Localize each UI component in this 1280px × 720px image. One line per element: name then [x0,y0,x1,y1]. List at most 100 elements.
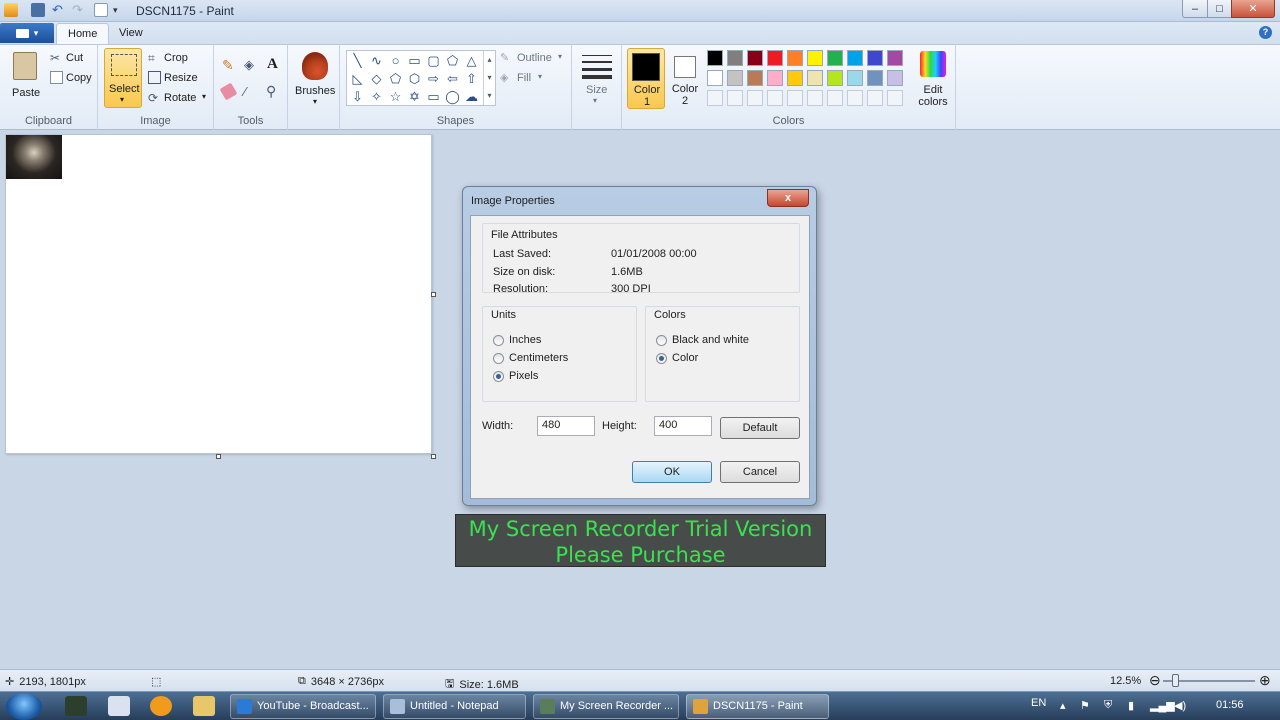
color-swatch[interactable] [847,70,863,86]
eraser-icon[interactable] [219,82,238,101]
color-swatch[interactable] [767,50,783,66]
tab-home[interactable]: Home [56,23,110,44]
color-swatch[interactable] [707,70,723,86]
up-arrow-shape-icon[interactable]: ⇧ [463,70,480,87]
folder-icon[interactable] [193,696,215,716]
color-swatch[interactable] [747,70,763,86]
select-button[interactable]: Select ▾ [104,48,142,108]
close-button[interactable]: ✕ [1231,0,1275,18]
customize-qat-icon[interactable]: ▾ [113,3,127,17]
taskbar-task[interactable]: Untitled - Notepad [383,694,526,719]
zoom-in-button[interactable]: ⊕ [1259,672,1271,689]
curve-shape-icon[interactable]: ∿ [368,52,385,69]
resize-handle-corner[interactable] [431,454,436,459]
battery-icon[interactable]: ▮ [1128,699,1134,712]
oval-shape-icon[interactable]: ○ [387,52,404,69]
paint-app-icon[interactable] [4,3,18,17]
rotate-button[interactable]: ⟳ Rotate ▾ [148,91,212,107]
color-swatch[interactable] [887,50,903,66]
color-swatch[interactable] [807,50,823,66]
color-radio[interactable] [656,353,667,364]
save-icon[interactable] [31,3,45,17]
color-swatch[interactable] [787,50,803,66]
black-and-white-label[interactable]: Black and white [672,334,749,346]
callout-rect-shape-icon[interactable]: ▭ [425,88,442,105]
color-swatch[interactable] [727,50,743,66]
gallery-scroll[interactable]: ▴ ▾ ▾ [483,51,495,105]
magnifier-icon[interactable]: ⚲ [266,83,279,99]
custom-color-slot[interactable] [827,90,843,106]
triangle-shape-icon[interactable]: △ [463,52,480,69]
callout-oval-shape-icon[interactable]: ◯ [444,88,461,105]
outline-button[interactable]: ✎ Outline ▾ [500,51,566,67]
five-point-star-shape-icon[interactable]: ☆ [387,88,404,105]
resize-handle-bottom[interactable] [216,454,221,459]
rounded-rect-shape-icon[interactable]: ▢ [425,52,442,69]
text-icon[interactable]: A [267,56,280,72]
pixels-radio[interactable] [493,371,504,382]
rectangle-shape-icon[interactable]: ▭ [406,52,423,69]
hexagon-shape-icon[interactable]: ⬡ [406,70,423,87]
six-point-star-shape-icon[interactable]: ✡ [406,88,423,105]
custom-color-slot[interactable] [787,90,803,106]
cloud-shape-icon[interactable]: ☁ [463,88,480,105]
inches-radio[interactable] [493,335,504,346]
signal-icon[interactable]: ▂▄▆ [1150,699,1175,712]
tab-view[interactable]: View [108,23,154,44]
custom-color-slot[interactable] [807,90,823,106]
color-swatch[interactable] [847,50,863,66]
color-swatch[interactable] [767,70,783,86]
cancel-button[interactable]: Cancel [720,461,800,483]
diamond-shape-icon[interactable]: ◇ [368,70,385,87]
taskbar-task[interactable]: DSCN1175 - Paint [686,694,829,719]
left-arrow-shape-icon[interactable]: ⇦ [444,70,461,87]
zoom-slider-thumb[interactable] [1172,674,1179,687]
custom-color-slot[interactable] [887,90,903,106]
color-swatch[interactable] [827,70,843,86]
default-button[interactable]: Default [720,417,800,439]
pixels-label[interactable]: Pixels [509,370,538,382]
custom-color-slot[interactable] [707,90,723,106]
drawing-canvas[interactable] [5,134,432,454]
color-swatch[interactable] [747,50,763,66]
taskbar-task[interactable]: YouTube - Broadcast... [230,694,376,719]
paste-button[interactable]: Paste [6,49,44,101]
zoom-out-button[interactable]: ⊖ [1149,672,1161,689]
color2-button[interactable]: Color 2 [668,48,702,109]
color-picker-icon[interactable]: ⁄ [244,84,257,99]
color-swatch[interactable] [867,70,883,86]
custom-color-slot[interactable] [767,90,783,106]
taskbar-task[interactable]: My Screen Recorder ... [533,694,679,719]
edit-colors-button[interactable]: Edit colors [914,49,952,111]
color-swatch[interactable] [807,70,823,86]
dialog-close-button[interactable]: x [767,189,809,207]
color-swatch[interactable] [827,50,843,66]
color-swatch[interactable] [887,70,903,86]
shield-icon[interactable]: ⛨ [1104,699,1112,712]
color-swatch[interactable] [707,50,723,66]
paint-menu-button[interactable]: ▾ [0,23,54,43]
custom-color-slot[interactable] [847,90,863,106]
clock[interactable]: 01:56 [1216,699,1244,711]
media-player-icon[interactable] [150,696,172,716]
cut-button[interactable]: ✂ Cut [50,51,94,67]
new-file-icon[interactable] [94,3,108,17]
language-indicator[interactable]: EN [1031,697,1046,709]
right-arrow-shape-icon[interactable]: ⇨ [425,70,442,87]
color-swatch[interactable] [867,50,883,66]
ok-button[interactable]: OK [632,461,712,483]
pentagon-shape-icon[interactable]: ⬠ [387,70,404,87]
four-point-star-shape-icon[interactable]: ✧ [368,88,385,105]
custom-color-slot[interactable] [727,90,743,106]
volume-icon[interactable]: ◀) [1174,699,1186,712]
resize-handle-right[interactable] [431,292,436,297]
brushes-button[interactable]: Brushes ▾ [292,49,338,109]
network-icon[interactable]: ⚑ [1080,699,1090,712]
fill-bucket-icon[interactable]: ◈ [244,57,257,72]
fill-button[interactable]: ◈ Fill ▾ [500,71,560,87]
custom-color-slot[interactable] [747,90,763,106]
line-shape-icon[interactable]: ╲ [349,52,366,69]
tray-icon[interactable]: ▴ [1060,699,1066,712]
undo-icon[interactable]: ↶ [52,3,66,17]
pencil-icon[interactable]: ✎ [222,57,235,73]
